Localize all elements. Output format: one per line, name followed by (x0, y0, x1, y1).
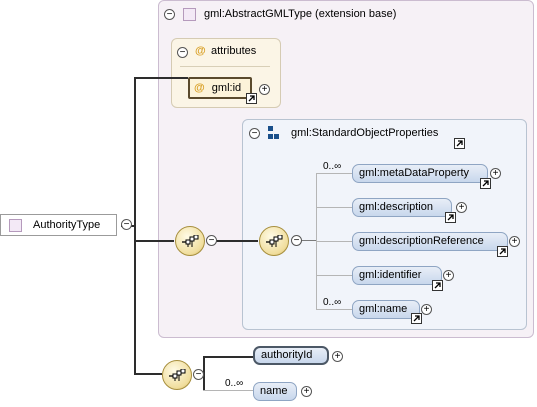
connector-line (203, 356, 253, 358)
attribute-icon: @ (194, 82, 205, 94)
complex-type-icon (183, 8, 196, 21)
element-authorityid[interactable]: authorityId (253, 346, 329, 365)
expand-element-icon[interactable]: + (490, 168, 501, 179)
connector-line (134, 240, 174, 242)
attribute-icon: @ (195, 45, 206, 57)
element-label: gml:name (359, 303, 408, 315)
connector-line (203, 390, 253, 391)
extension-base-label: gml:AbstractGMLType (extension base) (204, 8, 397, 20)
collapse-attributes-icon[interactable]: − (177, 47, 188, 58)
connector-line (213, 240, 258, 242)
reference-arrow-icon[interactable] (497, 246, 508, 257)
element-name[interactable]: gml:name (352, 300, 420, 319)
expand-element-icon[interactable]: + (332, 351, 343, 362)
element-label: gml:descriptionReference (359, 235, 484, 247)
expand-element-icon[interactable]: + (456, 202, 467, 213)
connector-line (316, 309, 352, 310)
group-box (242, 119, 527, 330)
element-label: gml:description (359, 201, 433, 213)
element-metadataproperty[interactable]: gml:metaDataProperty (352, 164, 488, 183)
expand-element-icon[interactable]: + (301, 386, 312, 397)
reference-arrow-icon[interactable] (445, 212, 456, 223)
sequence-compositor[interactable] (259, 226, 289, 256)
reference-arrow-icon[interactable] (454, 138, 465, 149)
collapse-group-icon[interactable]: − (249, 128, 260, 139)
element-identifier[interactable]: gml:identifier (352, 266, 442, 285)
group-icon (268, 126, 282, 140)
connector-line (316, 275, 352, 276)
root-type-box[interactable]: AuthorityType (0, 214, 117, 236)
element-label: name (260, 385, 288, 397)
connector-line (302, 240, 316, 241)
expand-element-icon[interactable]: + (509, 236, 520, 247)
attribute-gml-id-label: gml:id (211, 82, 242, 94)
reference-arrow-icon[interactable] (480, 178, 491, 189)
element-description[interactable]: gml:description (352, 198, 452, 217)
reference-arrow-icon[interactable] (246, 93, 257, 104)
element-label: authorityId (261, 349, 313, 361)
group-label: gml:StandardObjectProperties (291, 127, 439, 139)
connector-line (134, 77, 136, 374)
cardinality-label: 0..∞ (323, 161, 342, 172)
collapse-sequence-icon[interactable]: − (291, 235, 302, 246)
collapse-root-icon[interactable]: − (121, 219, 132, 230)
element-name-local[interactable]: name (253, 382, 297, 401)
connector-line (134, 373, 162, 375)
connector-line (316, 207, 352, 208)
complex-type-icon (9, 219, 22, 232)
element-label: gml:metaDataProperty (359, 167, 470, 179)
cardinality-label: 0..∞ (225, 378, 244, 389)
connector-line (316, 241, 352, 242)
collapse-sequence-icon[interactable]: − (193, 369, 204, 380)
attributes-divider (180, 66, 270, 67)
collapse-sequence-icon[interactable]: − (206, 235, 217, 246)
attributes-label: attributes (211, 45, 257, 57)
sequence-compositor[interactable] (175, 226, 205, 256)
reference-arrow-icon[interactable] (432, 280, 443, 291)
sequence-compositor[interactable] (162, 360, 192, 390)
element-label: gml:identifier (359, 269, 422, 281)
connector-line (316, 173, 352, 174)
root-type-label: AuthorityType (33, 219, 101, 231)
cardinality-label: 0..∞ (323, 297, 342, 308)
connector-line (134, 77, 188, 79)
collapse-extension-icon[interactable]: − (164, 9, 175, 20)
element-descriptionreference[interactable]: gml:descriptionReference (352, 232, 508, 251)
expand-element-icon[interactable]: + (421, 304, 432, 315)
expand-gml-id-icon[interactable]: + (259, 84, 270, 95)
reference-arrow-icon[interactable] (411, 313, 422, 324)
expand-element-icon[interactable]: + (443, 270, 454, 281)
attribute-gml-id[interactable]: @ gml:id (188, 77, 252, 99)
